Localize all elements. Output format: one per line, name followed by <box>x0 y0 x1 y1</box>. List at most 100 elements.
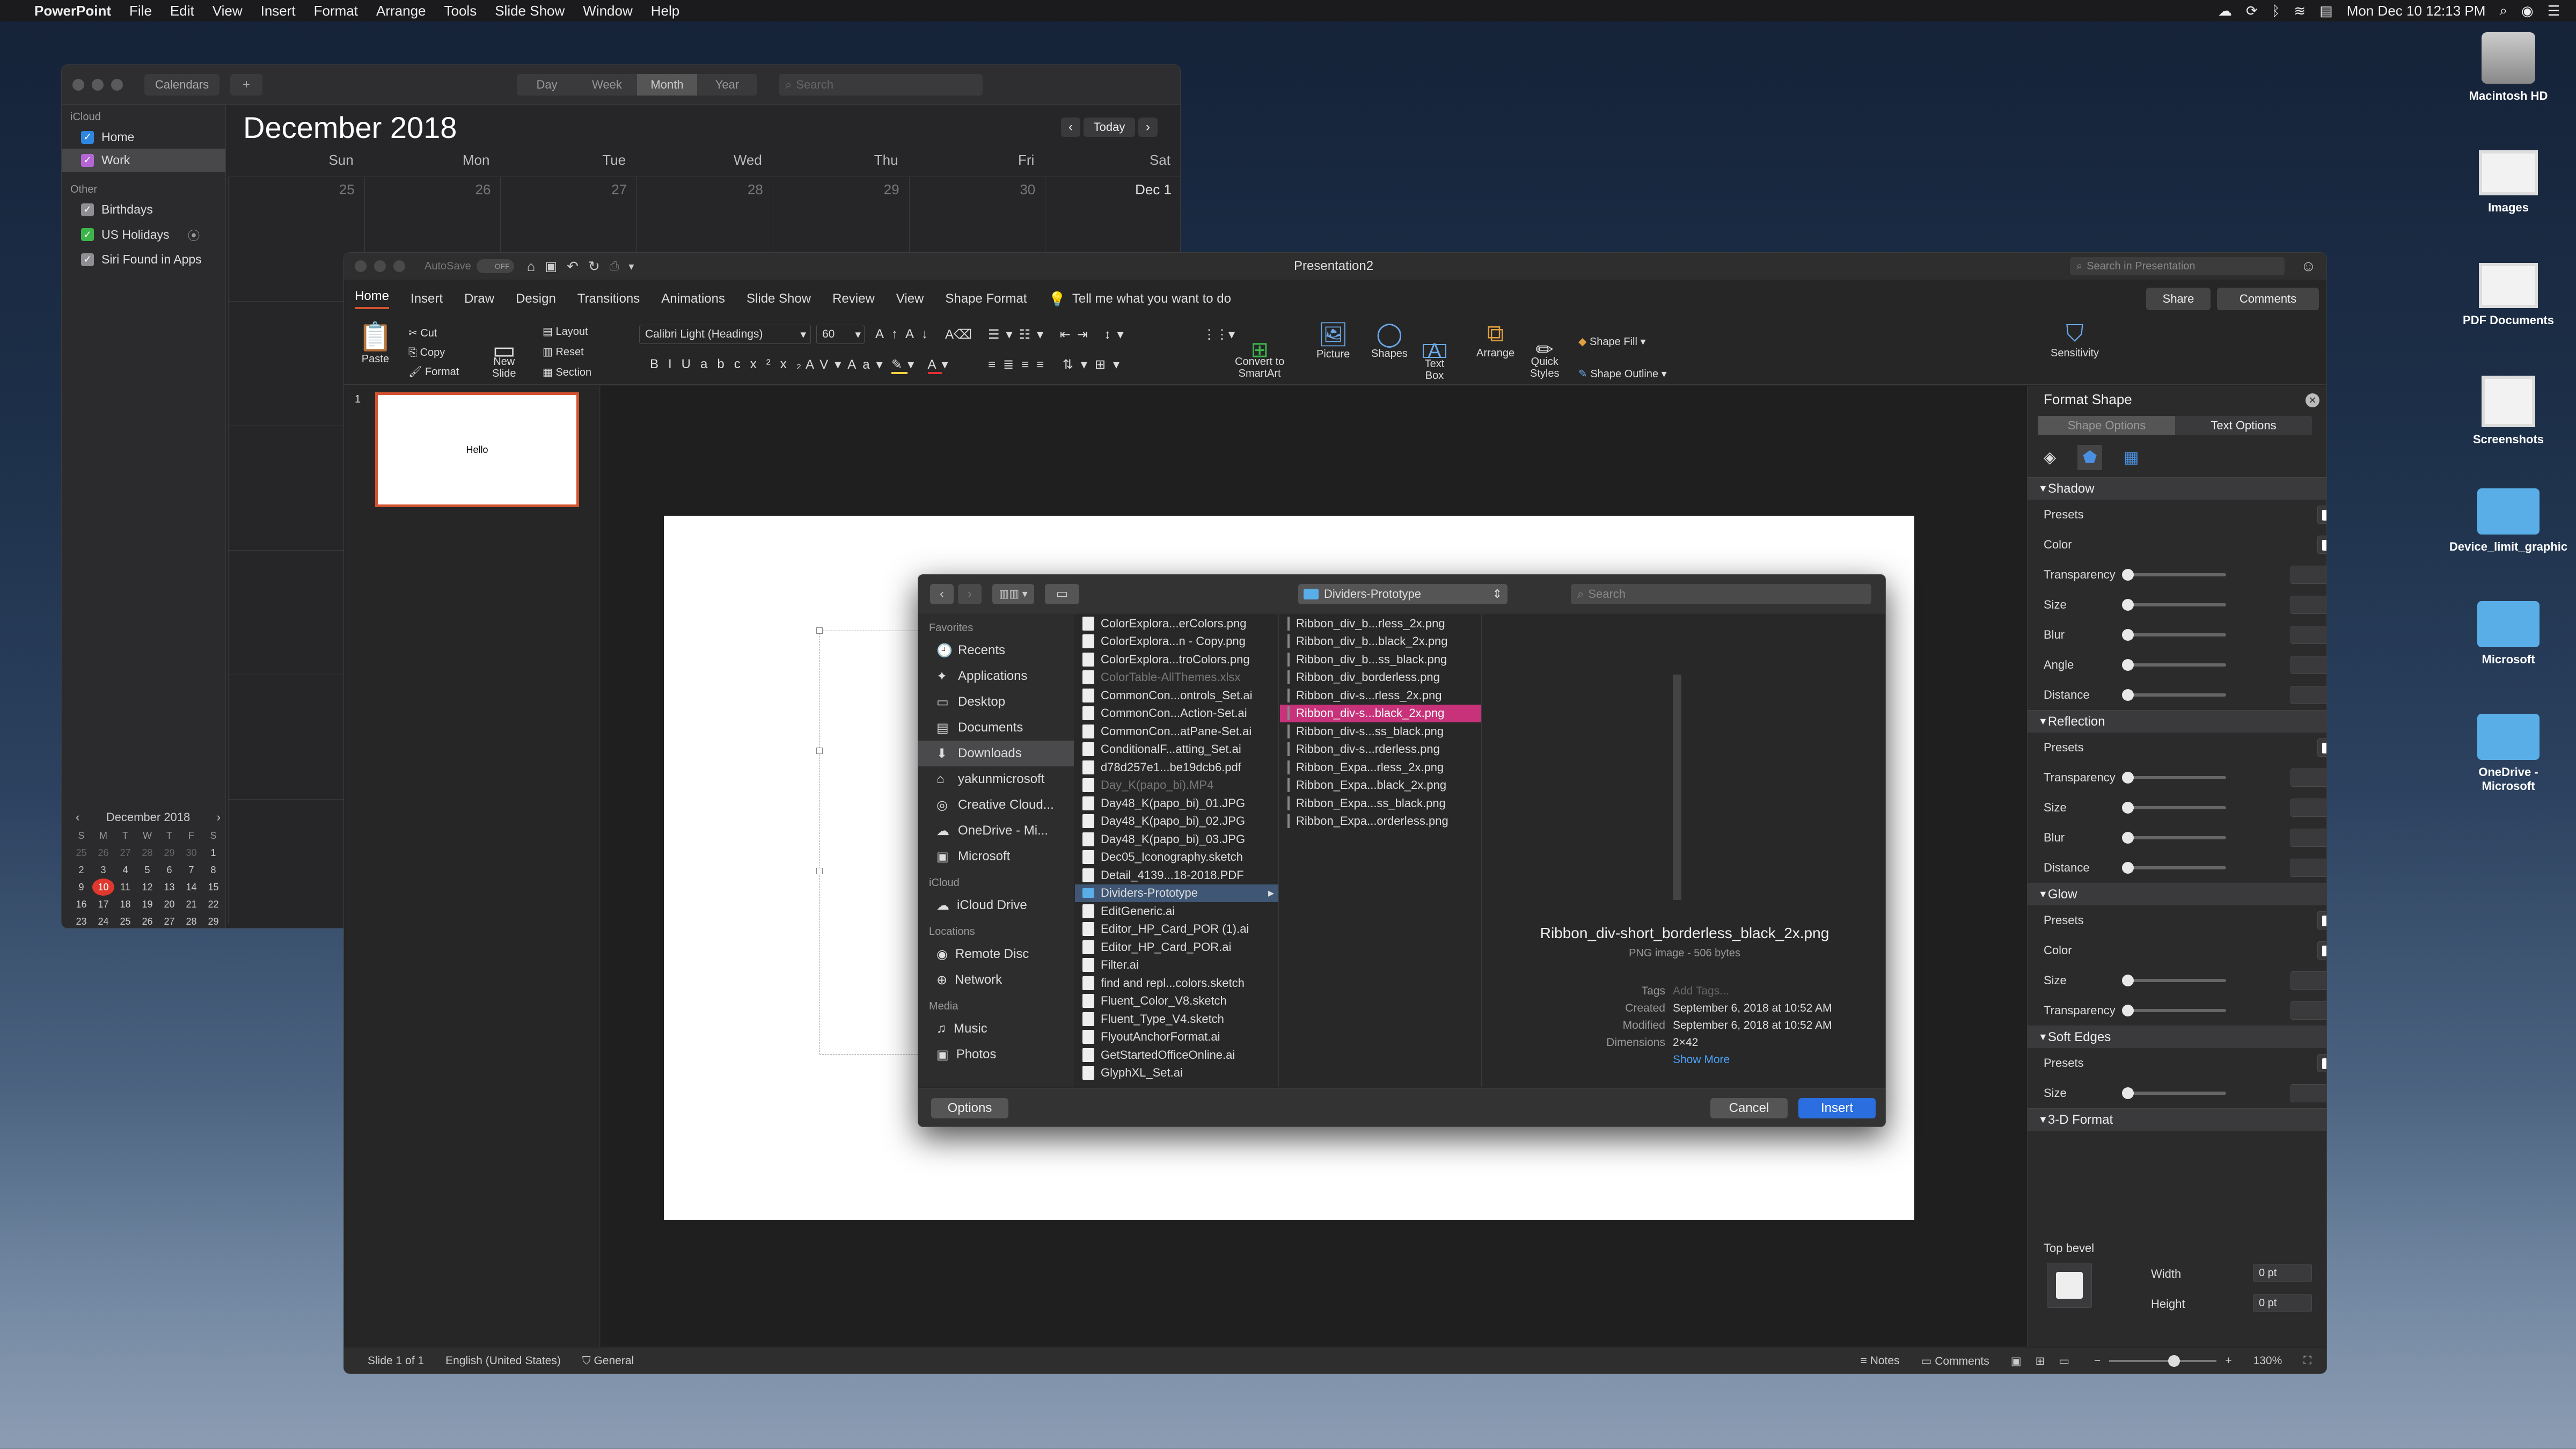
file-item[interactable]: Ribbon_Expa...rless_2x.png <box>1280 758 1481 777</box>
menu-slideshow[interactable]: Slide Show <box>495 3 565 19</box>
mini-day[interactable]: 13 <box>158 879 180 896</box>
file-item[interactable]: Ribbon_div-s...rless_2x.png <box>1280 686 1481 705</box>
checkbox-icon[interactable]: ✓ <box>81 203 94 216</box>
slider[interactable] <box>2122 975 2226 986</box>
mini-day[interactable]: 5 <box>136 861 158 879</box>
new-folder-icon[interactable]: ▭ <box>1045 583 1079 604</box>
font-color-buttons[interactable]: AV▾Aa▾ <box>806 357 889 372</box>
mini-next-icon[interactable]: › <box>217 810 221 824</box>
cut-button[interactable]: ✂ Cut <box>408 324 459 343</box>
tab-insert[interactable]: Insert <box>411 291 443 306</box>
language-status[interactable]: English (United States) <box>445 1355 561 1367</box>
slider[interactable] <box>2122 599 2226 611</box>
file-item[interactable]: CommonCon...Action-Set.ai <box>1075 705 1278 723</box>
prev-month-icon[interactable]: ‹ <box>1061 118 1080 137</box>
mini-day[interactable]: 2 <box>70 861 92 879</box>
tab-view[interactable]: View <box>896 291 924 306</box>
highlight-color-buttons[interactable]: ✎▾ A▾ <box>891 357 954 374</box>
calendar-item-work[interactable]: ✓ Work <box>62 149 225 172</box>
menu-arrange[interactable]: Arrange <box>376 3 426 19</box>
desktop-icon-screenshots[interactable]: Screenshots <box>2439 376 2576 447</box>
zoom-out-icon[interactable]: − <box>2094 1355 2101 1367</box>
share-button[interactable]: Share <box>2146 288 2211 310</box>
sync-icon[interactable]: ⟳ <box>2246 3 2258 19</box>
section-header-soft-edges[interactable]: ▼ Soft Edges <box>2028 1026 2326 1048</box>
customize-icon[interactable]: ▾ <box>628 260 634 273</box>
zoom-in-icon[interactable]: + <box>2225 1355 2231 1367</box>
file-item[interactable]: ColorExplora...n - Copy.png <box>1075 633 1278 651</box>
file-item[interactable]: ConditionalF...atting_Set.ai <box>1075 741 1278 759</box>
mini-day[interactable]: 23 <box>70 913 92 928</box>
fit-to-window-icon[interactable]: ⛶ <box>2303 1355 2311 1367</box>
desktop-icon-device-limit[interactable]: Device_limit_graphic <box>2439 488 2576 554</box>
file-item[interactable]: Day48_K(papo_bi)_02.JPG <box>1075 813 1278 831</box>
mini-day[interactable]: 12 <box>136 879 158 896</box>
checkbox-icon[interactable]: ✓ <box>81 153 94 167</box>
status-comments-button[interactable]: ▭ Comments <box>1921 1355 1989 1368</box>
tab-review[interactable]: Review <box>832 291 875 306</box>
mini-day[interactable]: 17 <box>92 896 114 913</box>
tab-draw[interactable]: Draw <box>464 291 494 306</box>
autosave-toggle[interactable]: OFF <box>476 259 514 273</box>
file-item[interactable]: GlyphXL_Set.ai <box>1075 1064 1278 1082</box>
calendar-item-us-holidays[interactable]: ✓ US Holidays ⦿ <box>62 221 225 248</box>
value-stepper[interactable] <box>2290 626 2326 644</box>
value-stepper[interactable] <box>2290 769 2326 787</box>
shapes-button[interactable]: ◯ Shapes <box>1371 320 1408 360</box>
slider[interactable] <box>2122 832 2226 844</box>
desktop-icon-microsoft[interactable]: Microsoft <box>2439 601 2576 667</box>
value-stepper[interactable] <box>2290 686 2326 704</box>
sensitivity-status[interactable]: ⛉ General <box>582 1355 634 1367</box>
file-item[interactable]: Ribbon_div-s...rderless.png <box>1280 741 1481 759</box>
menu-app-name[interactable]: PowerPoint <box>34 3 111 19</box>
mini-day[interactable]: 3 <box>92 861 114 879</box>
sidebar-item-desktop[interactable]: ▭ Desktop <box>918 689 1074 715</box>
value-stepper[interactable] <box>2290 1084 2326 1102</box>
bevel-height-input[interactable]: 0 pt <box>2253 1294 2312 1312</box>
sidebar-item-downloads[interactable]: ⬇ Downloads <box>918 741 1074 766</box>
mini-day[interactable]: 18 <box>114 896 136 913</box>
menu-view[interactable]: View <box>213 3 243 19</box>
file-item[interactable]: FlyoutAnchorFormat.ai <box>1075 1028 1278 1046</box>
sidebar-item-yakunmicrosoft[interactable]: ⌂ yakunmicrosoft <box>918 766 1074 792</box>
format-painter-button[interactable]: 🖌 Format <box>408 362 459 382</box>
next-month-icon[interactable]: › <box>1138 118 1158 137</box>
resize-handle[interactable] <box>816 627 823 634</box>
view-mode-icon[interactable]: ▥▥ ▾ <box>992 583 1034 604</box>
slider[interactable] <box>2122 1087 2226 1099</box>
columns-icon[interactable]: ⋮⋮▾ <box>1203 327 1235 342</box>
feedback-smiley-icon[interactable]: ☺ <box>2301 258 2316 275</box>
mini-day[interactable]: 9 <box>70 879 92 896</box>
tab-design[interactable]: Design <box>516 291 556 306</box>
font-grow-shrink[interactable]: A↑A↓ <box>875 327 935 342</box>
mini-day[interactable]: 26 <box>136 913 158 928</box>
menu-format[interactable]: Format <box>314 3 358 19</box>
file-item[interactable]: Ribbon_div_b...rless_2x.png <box>1280 614 1481 633</box>
calendar-item-birthdays[interactable]: ✓ Birthdays <box>62 198 225 221</box>
view-buttons[interactable]: ▣⊞▭ <box>2011 1355 2083 1368</box>
mini-day[interactable]: 6 <box>158 861 180 879</box>
value-stepper[interactable] <box>2290 971 2326 990</box>
window-controls[interactable] <box>72 78 123 91</box>
top-bevel-picker[interactable] <box>2047 1263 2092 1308</box>
add-event-button[interactable]: + <box>230 74 262 96</box>
section-header-3-d-format[interactable]: ▼ 3-D Format <box>2028 1108 2326 1131</box>
mini-day[interactable]: 28 <box>180 913 202 928</box>
sidebar-item-microsoft[interactable]: ▣ Microsoft <box>918 844 1074 869</box>
folder-item[interactable]: Dividers-Prototype ▸ <box>1075 884 1278 902</box>
back-icon[interactable]: ‹ <box>930 583 954 604</box>
size-properties-icon[interactable]: ▦ <box>2124 448 2139 467</box>
window-controls[interactable] <box>355 260 405 272</box>
calendar-item-home[interactable]: ✓ Home <box>62 126 225 149</box>
tell-me-box[interactable]: Tell me what you want to do <box>1072 291 1231 306</box>
tab-transitions[interactable]: Transitions <box>577 291 640 306</box>
calendars-button[interactable]: Calendars <box>144 74 219 96</box>
font-family-select[interactable]: Calibri Light (Headings) ▾ <box>639 325 811 344</box>
presets-picker[interactable] <box>2317 738 2326 757</box>
file-item[interactable]: Fluent_Color_V8.sketch <box>1075 992 1278 1011</box>
slide-thumbnail[interactable]: Hello <box>375 392 579 507</box>
print-icon[interactable]: ⎙ <box>610 259 619 273</box>
value-stepper[interactable] <box>2290 566 2326 584</box>
sidebar-item-onedrive-mi-[interactable]: ☁ OneDrive - Mi... <box>918 818 1074 844</box>
fill-line-icon[interactable]: ◈ <box>2044 448 2056 467</box>
